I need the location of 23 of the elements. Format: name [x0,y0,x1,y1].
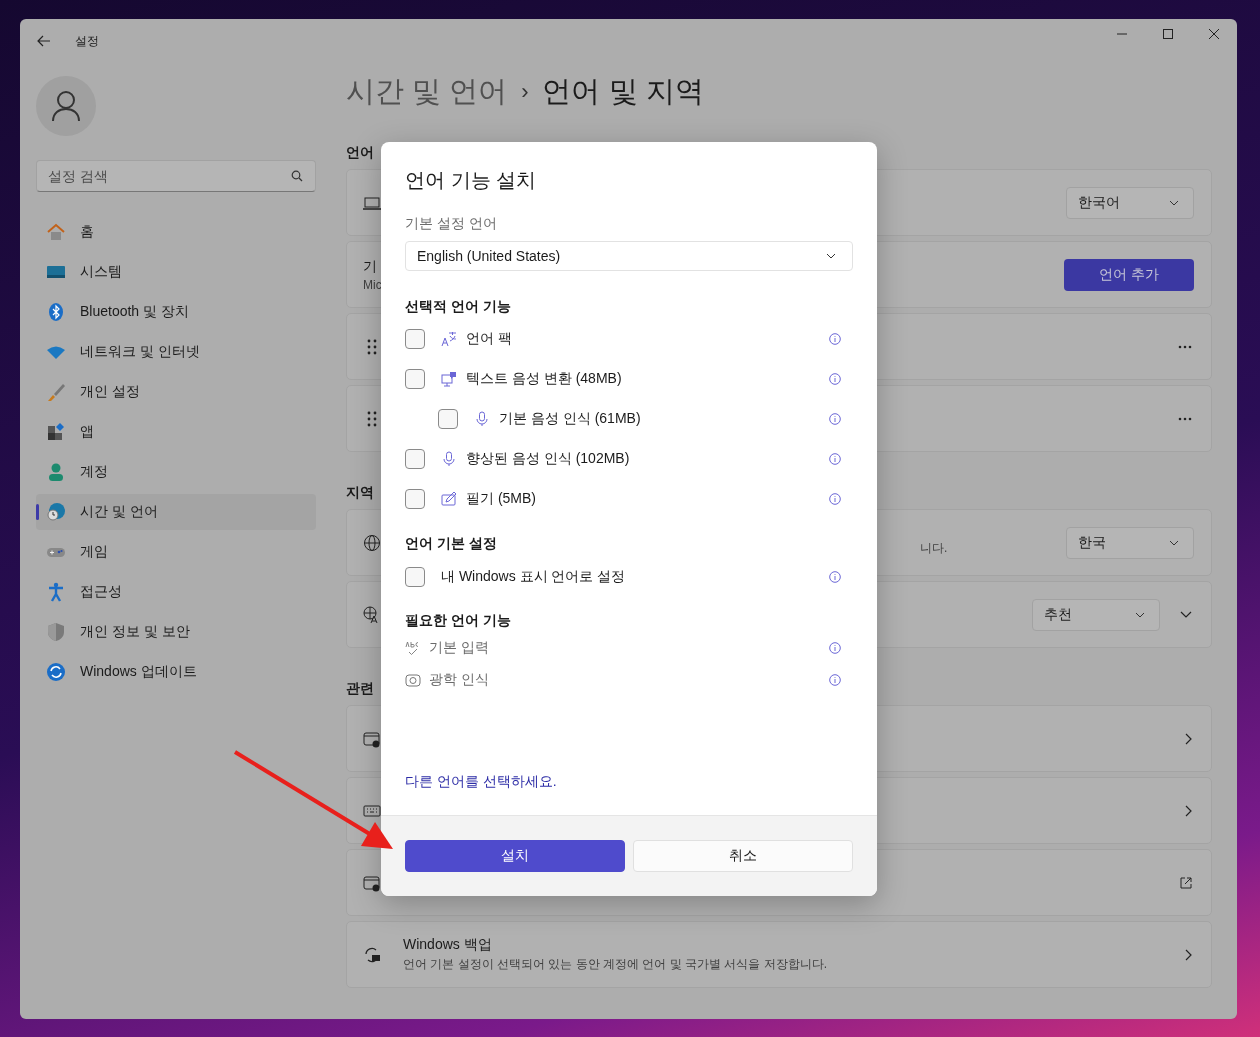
feature-label: 광학 인식 [429,671,490,689]
feature-label: 기본 음성 인식 (61MB) [499,410,642,428]
field-label: 기본 설정 언어 [405,214,498,233]
breadcrumb-separator: › [521,79,529,105]
feature-label: 기본 입력 [429,639,490,657]
window-title: 설정 [75,33,99,50]
card-description: Mic [363,277,383,292]
feature-label: 내 Windows 표시 언어로 설정 [441,568,627,586]
feature-label: 필기 (5MB) [466,490,537,508]
section-heading: 관련 [346,679,374,698]
section-heading: 언어 기본 설정 [405,534,498,553]
card-title: Windows 백업 [403,936,493,954]
card-description: 니다. [920,540,948,557]
feature-label: 텍스트 음성 변환 (48MB) [466,370,623,388]
feature-label: 언어 팩 [466,330,513,348]
page-title: 언어 및 지역 [542,74,704,109]
dialog-title: 언어 기능 설치 [405,168,538,193]
section-heading: 선택적 언어 기능 [405,297,512,316]
feature-label: 향상된 음성 인식 (102MB) [466,450,631,468]
card-description: 언어 기본 설정이 선택되어 있는 동안 계정에 언어 및 국가별 서식을 저장합니다. [403,956,828,973]
section-heading: 언어 [346,143,374,162]
section-heading: 지역 [346,483,374,502]
section-heading: 필요한 언어 기능 [405,611,512,630]
